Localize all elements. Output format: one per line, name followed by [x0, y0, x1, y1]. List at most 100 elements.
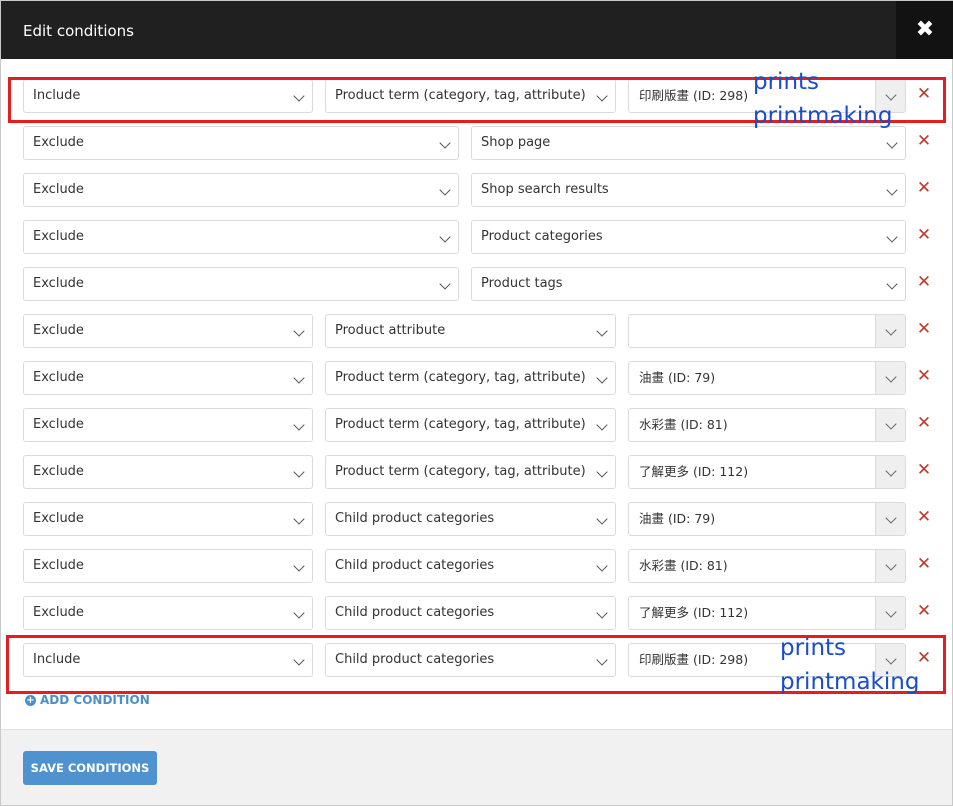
chevron-down-icon [596, 513, 608, 525]
plus-circle-icon: + [25, 694, 36, 706]
chevron-down-icon [439, 184, 451, 196]
condition-row: Exclude Product term (category, tag, attr… [1, 452, 953, 490]
condition-row: Exclude Product attribute ✕ [1, 311, 953, 349]
condition-type-select-value: Exclude [33, 605, 84, 620]
dropdown-arrow[interactable] [875, 456, 905, 488]
condition-value-select[interactable]: 了解更多 (ID: 112) [628, 455, 906, 489]
delete-icon[interactable]: ✕ [916, 180, 932, 197]
dropdown-arrow[interactable] [875, 362, 905, 394]
condition-value-select-value: 油畫 (ID: 79) [639, 511, 716, 526]
condition-value-select[interactable] [628, 314, 906, 348]
annotation-line: printmaking [780, 669, 920, 695]
dialog-footer: SAVE CONDITIONS [1, 729, 952, 805]
condition-type-select[interactable]: Exclude [23, 220, 459, 254]
dropdown-arrow[interactable] [875, 503, 905, 535]
condition-value-select-value: 油畫 (ID: 79) [639, 370, 716, 385]
chevron-down-icon [293, 372, 305, 384]
add-condition-button[interactable]: + ADD CONDITION [25, 693, 150, 707]
condition-target-select[interactable]: Shop search results [471, 173, 906, 207]
condition-type-select[interactable]: Exclude [23, 408, 313, 442]
condition-target-select-value: Product term (category, tag, attribute) [335, 464, 586, 479]
chevron-down-icon [293, 419, 305, 431]
condition-type-select[interactable]: Exclude [23, 126, 459, 160]
condition-type-select-value: Exclude [33, 417, 84, 432]
condition-row: Exclude Child product categories 油畫 (ID: 7… [1, 499, 953, 537]
condition-row: Exclude Product categories ✕ [1, 217, 953, 255]
delete-icon[interactable]: ✕ [916, 556, 932, 573]
delete-icon[interactable]: ✕ [916, 509, 932, 526]
condition-type-select[interactable]: Exclude [23, 267, 459, 301]
condition-type-select-value: Exclude [33, 558, 84, 573]
chevron-down-icon [885, 324, 897, 336]
condition-value-select-value: 了解更多 (ID: 112) [639, 464, 749, 479]
delete-icon[interactable]: ✕ [916, 274, 932, 291]
chevron-down-icon [596, 560, 608, 572]
condition-value-select[interactable]: 油畫 (ID: 79) [628, 361, 906, 395]
condition-target-select-value: Child product categories [335, 511, 495, 526]
condition-value-select[interactable]: 水彩畫 (ID: 81) [628, 408, 906, 442]
dropdown-arrow[interactable] [875, 409, 905, 441]
condition-type-select[interactable]: Exclude [23, 314, 313, 348]
condition-row: Exclude Shop search results ✕ [1, 170, 953, 208]
chevron-down-icon [596, 419, 608, 431]
save-conditions-button[interactable]: SAVE CONDITIONS [23, 751, 157, 785]
condition-value-select[interactable]: 油畫 (ID: 79) [628, 502, 906, 536]
close-icon[interactable]: ✖ [896, 1, 953, 59]
add-condition-label: ADD CONDITION [40, 693, 150, 707]
chevron-down-icon [886, 184, 898, 196]
condition-target-select[interactable]: Product tags [471, 267, 906, 301]
chevron-down-icon [885, 371, 897, 383]
condition-target-select-value: Child product categories [335, 605, 495, 620]
delete-icon[interactable]: ✕ [916, 227, 932, 244]
condition-target-select-value: Product tags [481, 276, 563, 291]
condition-type-select[interactable]: Exclude [23, 361, 313, 395]
condition-type-select-value: Exclude [33, 276, 84, 291]
condition-row: Exclude Product term (category, tag, attr… [1, 358, 953, 396]
condition-type-select-value: Exclude [33, 370, 84, 385]
condition-row: Exclude Product tags ✕ [1, 264, 953, 302]
chevron-down-icon [885, 465, 897, 477]
chevron-down-icon [293, 560, 305, 572]
chevron-down-icon [885, 512, 897, 524]
condition-value-select[interactable]: 了解更多 (ID: 112) [628, 596, 906, 630]
condition-type-select[interactable]: Exclude [23, 502, 313, 536]
delete-icon[interactable]: ✕ [916, 462, 932, 479]
delete-icon[interactable]: ✕ [916, 603, 932, 620]
delete-icon[interactable]: ✕ [916, 133, 932, 150]
condition-target-select[interactable]: Product categories [471, 220, 906, 254]
delete-icon[interactable]: ✕ [916, 368, 932, 385]
condition-target-select[interactable]: Product term (category, tag, attribute) [325, 361, 616, 395]
condition-type-select[interactable]: Exclude [23, 173, 459, 207]
chevron-down-icon [439, 137, 451, 149]
condition-type-select[interactable]: Exclude [23, 549, 313, 583]
condition-target-select[interactable]: Product term (category, tag, attribute) [325, 408, 616, 442]
dropdown-arrow[interactable] [875, 315, 905, 347]
condition-target-select[interactable]: Product term (category, tag, attribute) [325, 455, 616, 489]
delete-icon[interactable]: ✕ [916, 415, 932, 432]
dialog-header: Edit conditions ✖ [1, 1, 953, 59]
condition-target-select[interactable]: Child product categories [325, 549, 616, 583]
dialog-title: Edit conditions [23, 22, 134, 40]
chevron-down-icon [439, 278, 451, 290]
condition-target-select[interactable]: Product attribute [325, 314, 616, 348]
dropdown-arrow[interactable] [875, 597, 905, 629]
condition-type-select-value: Exclude [33, 464, 84, 479]
condition-target-select-value: Product categories [481, 229, 603, 244]
chevron-down-icon [596, 607, 608, 619]
condition-type-select-value: Exclude [33, 182, 84, 197]
chevron-down-icon [885, 606, 897, 618]
condition-type-select-value: Exclude [33, 323, 84, 338]
condition-row: Exclude Child product categories 了解更多 (ID:… [1, 593, 953, 631]
condition-target-select[interactable]: Child product categories [325, 502, 616, 536]
annotation-bottom: prints printmaking [780, 631, 919, 699]
condition-value-select[interactable]: 水彩畫 (ID: 81) [628, 549, 906, 583]
condition-value-select-value: 水彩畫 (ID: 81) [639, 417, 728, 432]
chevron-down-icon [293, 325, 305, 337]
condition-target-select-value: Shop page [481, 135, 551, 150]
condition-value-select-value: 了解更多 (ID: 112) [639, 605, 749, 620]
delete-icon[interactable]: ✕ [916, 321, 932, 338]
condition-type-select[interactable]: Exclude [23, 596, 313, 630]
condition-target-select[interactable]: Child product categories [325, 596, 616, 630]
dropdown-arrow[interactable] [875, 550, 905, 582]
condition-type-select[interactable]: Exclude [23, 455, 313, 489]
